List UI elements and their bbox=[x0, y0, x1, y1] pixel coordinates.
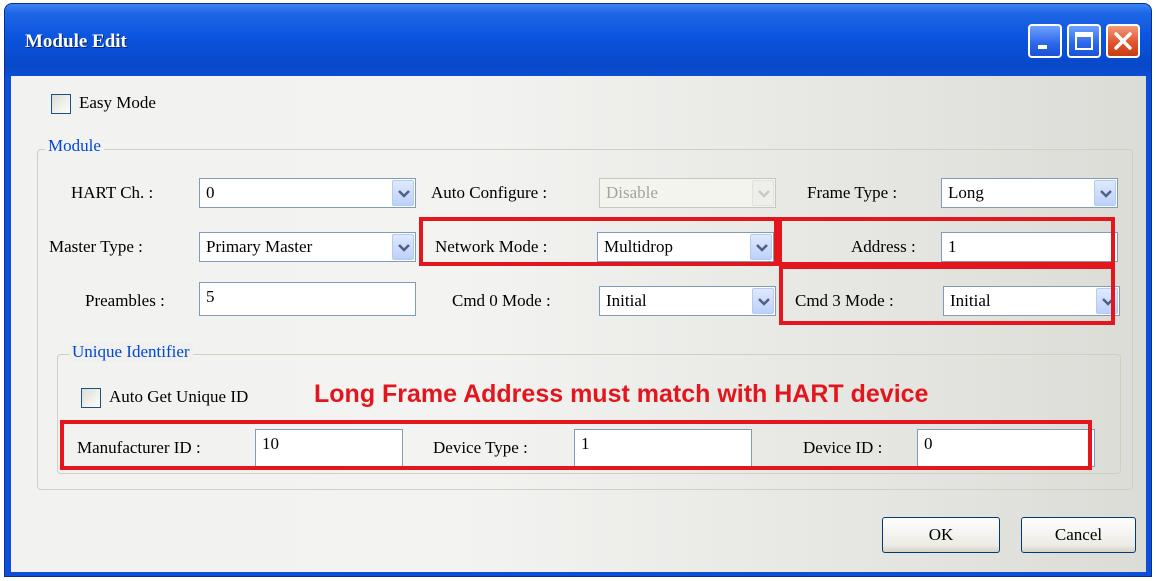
title-bar[interactable]: Module Edit bbox=[5, 4, 1151, 76]
ok-button[interactable]: OK bbox=[882, 517, 1000, 553]
chevron-down-icon[interactable] bbox=[752, 288, 774, 314]
chevron-down-icon[interactable] bbox=[392, 234, 414, 260]
hart-ch-value: 0 bbox=[206, 183, 215, 202]
maximize-button[interactable] bbox=[1067, 24, 1101, 58]
cancel-button[interactable]: Cancel bbox=[1021, 517, 1136, 553]
network-mode-highlight bbox=[419, 217, 778, 266]
chevron-down-icon bbox=[752, 180, 774, 206]
window-title: Module Edit bbox=[25, 31, 127, 52]
master-type-label: Master Type : bbox=[49, 237, 143, 256]
easy-mode-label: Easy Mode bbox=[79, 93, 156, 112]
auto-configure-select: Disable bbox=[599, 178, 776, 208]
frame-type-value: Long bbox=[948, 183, 984, 202]
close-button[interactable] bbox=[1106, 24, 1140, 58]
module-group-legend: Module bbox=[45, 136, 104, 156]
cmd3-mode-highlight bbox=[779, 265, 1115, 325]
preambles-value: 5 bbox=[206, 287, 215, 306]
minimize-button[interactable] bbox=[1028, 24, 1062, 58]
frame-type-select[interactable]: Long bbox=[941, 178, 1118, 208]
maximize-icon bbox=[1075, 32, 1093, 50]
auto-get-unique-id-label: Auto Get Unique ID bbox=[109, 387, 249, 406]
auto-get-unique-id-checkbox[interactable] bbox=[81, 388, 101, 408]
hart-ch-label: HART Ch. : bbox=[71, 183, 154, 202]
unique-identifier-legend: Unique Identifier bbox=[69, 342, 193, 362]
unique-id-fields-highlight bbox=[60, 420, 1092, 470]
close-icon bbox=[1114, 32, 1132, 50]
auto-configure-value: Disable bbox=[606, 183, 658, 202]
chevron-down-icon[interactable] bbox=[1094, 180, 1116, 206]
cmd0-mode-select[interactable]: Initial bbox=[599, 286, 776, 316]
frame-type-label: Frame Type : bbox=[807, 183, 898, 202]
preambles-label: Preambles : bbox=[85, 291, 165, 310]
annotation-text: Long Frame Address must match with HART … bbox=[314, 380, 929, 408]
cmd0-mode-label: Cmd 0 Mode : bbox=[452, 291, 551, 310]
chevron-down-icon[interactable] bbox=[392, 180, 414, 206]
address-highlight bbox=[778, 217, 1115, 266]
master-type-value: Primary Master bbox=[206, 237, 313, 256]
preambles-input[interactable]: 5 bbox=[199, 282, 416, 316]
easy-mode-checkbox[interactable] bbox=[51, 94, 71, 114]
master-type-select[interactable]: Primary Master bbox=[199, 232, 416, 262]
minimize-icon bbox=[1038, 45, 1047, 49]
cmd0-mode-value: Initial bbox=[606, 291, 647, 310]
hart-ch-select[interactable]: 0 bbox=[199, 178, 416, 208]
auto-configure-label: Auto Configure : bbox=[431, 183, 548, 202]
